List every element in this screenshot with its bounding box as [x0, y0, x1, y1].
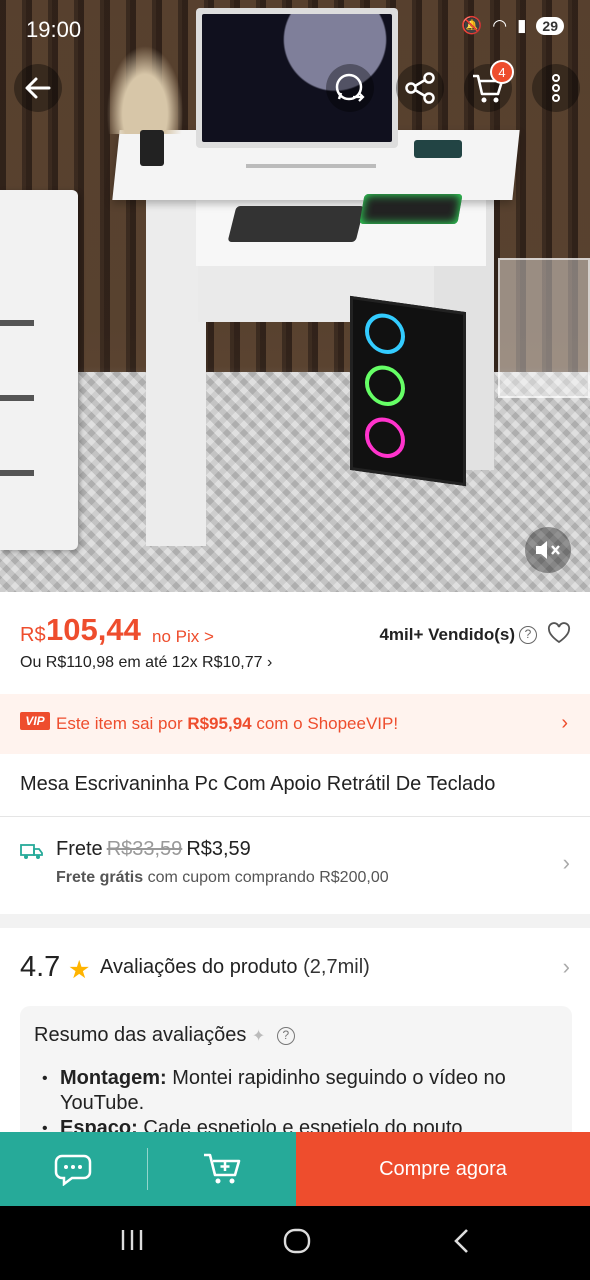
price-row: R$ 105,44 no Pix > 4mil+ Vendido(s) ?: [20, 612, 575, 652]
help-icon[interactable]: ?: [519, 626, 537, 644]
system-nav-bar: [0, 1206, 590, 1280]
divider: [0, 816, 590, 817]
price-value: 105,44: [46, 612, 141, 647]
home-button[interactable]: [282, 1226, 312, 1261]
keyboard: [227, 206, 365, 242]
review-summary-list: Montagem: Montei rapidinho seguindo o ví…: [42, 1066, 562, 1141]
home-icon: [283, 1228, 311, 1254]
recents-icon: [121, 1230, 143, 1250]
recent-apps-button[interactable]: [118, 1226, 146, 1259]
pix-link[interactable]: no Pix >: [152, 627, 214, 647]
monitor-stand: [246, 148, 376, 168]
review-summary-card: Resumo das avaliações ✦ ? Montagem: Mont…: [20, 1006, 572, 1146]
installments-link[interactable]: Ou R$110,98 em até 12x R$10,77 ›: [20, 654, 272, 672]
cart-button[interactable]: 4: [464, 60, 514, 112]
action-bar: Compre agora: [0, 1132, 590, 1206]
cart-count-badge: 4: [490, 60, 514, 84]
reviews-label: Avaliações do produto (2,7mil): [100, 956, 370, 978]
chat-button[interactable]: [0, 1132, 148, 1206]
whatsapp-icon: [335, 73, 365, 102]
vip-badge-icon: VIP: [20, 712, 50, 730]
system-back-button[interactable]: [450, 1226, 474, 1261]
more-menu-button[interactable]: [532, 64, 580, 112]
list-item: Montagem: Montei rapidinho seguindo o ví…: [42, 1066, 562, 1116]
signal-icon: ▮: [517, 16, 527, 35]
whatsapp-share-button[interactable]: [326, 64, 374, 112]
share-button[interactable]: [396, 64, 444, 112]
buy-now-button[interactable]: Compre agora: [296, 1132, 590, 1206]
back-button[interactable]: [14, 64, 62, 112]
shopee-vip-banner[interactable]: VIP Este item sai por R$95,94 com o Shop…: [0, 694, 590, 754]
share-icon: [405, 72, 435, 104]
chevron-right-icon: ›: [562, 954, 570, 979]
add-to-cart-button[interactable]: [148, 1132, 296, 1206]
rug: [0, 372, 590, 592]
chevron-right-icon: ›: [562, 850, 570, 875]
shipping-label: Frete R$33,59 R$3,59: [56, 838, 251, 860]
battery-icon: 29: [536, 17, 564, 35]
waste-basket: [498, 258, 590, 398]
sold-count: 4mil+ Vendido(s): [379, 625, 515, 644]
truck-icon: [20, 843, 44, 866]
section-gap: [0, 914, 590, 928]
rating-value: 4.7: [20, 951, 61, 983]
side-drawer: [0, 190, 78, 550]
video-mute-button[interactable]: [525, 527, 571, 573]
chevron-right-icon: ›: [561, 712, 568, 734]
vip-text: Este item sai por R$95,94 com o ShopeeVI…: [56, 714, 399, 733]
free-shipping-note: Frete grátis com cupom comprando R$200,0…: [56, 869, 389, 886]
heart-icon: [547, 622, 571, 644]
price-currency: R$: [20, 624, 46, 646]
shipping-new-price: R$3,59: [186, 838, 251, 860]
plant: [100, 34, 190, 174]
arrow-left-icon: [25, 77, 51, 99]
mousepad: [359, 194, 463, 224]
speaker-muted-icon: [536, 541, 560, 559]
favorite-button[interactable]: [547, 622, 571, 649]
review-summary-title: Resumo das avaliações ✦ ?: [34, 1024, 295, 1047]
product-image[interactable]: 19:00 🔕 ◠ ▮ 29 4: [0, 0, 590, 592]
phone: [414, 140, 462, 158]
product-title: Mesa Escrivaninha Pc Com Apoio Retrátil …: [20, 773, 496, 795]
vip-amount: R$95,94: [187, 714, 252, 733]
star-icon: ★: [68, 956, 91, 984]
more-vertical-icon: [552, 74, 560, 102]
add-to-cart-icon: [204, 1153, 241, 1184]
pc-case: [350, 295, 466, 487]
status-time: 19:00: [26, 17, 82, 42]
wifi-icon: ◠: [492, 16, 508, 35]
chat-icon: [54, 1154, 92, 1186]
status-icons: 🔕 ◠ ▮ 29: [461, 16, 564, 36]
help-icon: ?: [276, 1027, 295, 1045]
shipping-old-price: R$33,59: [106, 838, 183, 860]
mute-status-icon: 🔕: [461, 16, 483, 35]
sparkle-icon: ✦: [251, 1028, 266, 1045]
chevron-left-icon: [454, 1229, 468, 1253]
